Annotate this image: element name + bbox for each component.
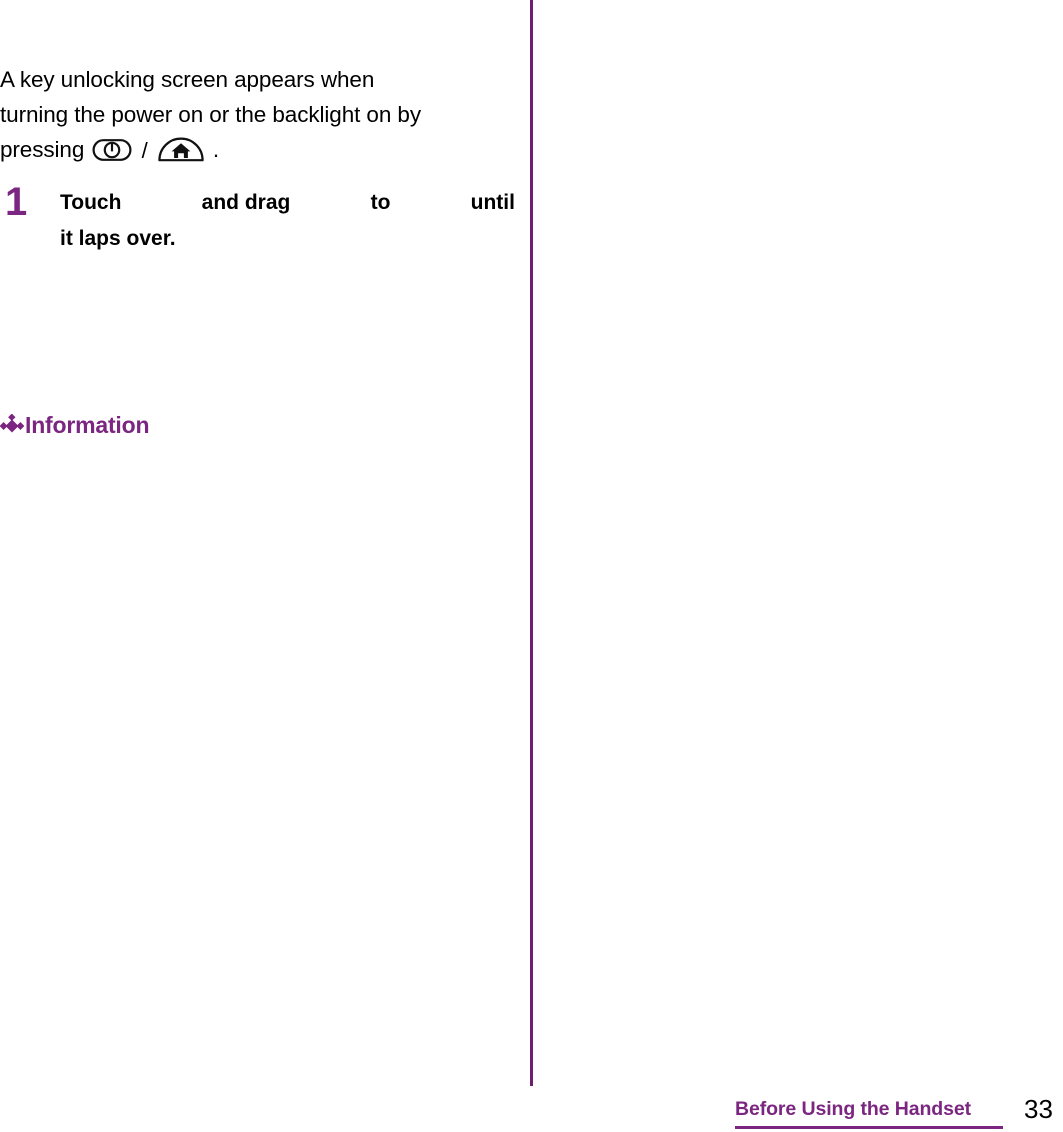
step-body: Touch and drag to until it laps over. (60, 185, 515, 257)
intro-line-3-prefix: pressing (0, 137, 85, 162)
step-word-touch: Touch (60, 191, 122, 214)
step-line-1: Touch and drag to until (60, 185, 515, 221)
footer-page-number: 33 (1024, 1094, 1053, 1124)
diamond-cluster-icon (0, 413, 25, 438)
step-line-2: it laps over. (60, 227, 176, 250)
footer-section-title: Before Using the Handset (735, 1098, 971, 1120)
intro-paragraph: A key unlocking screen appears when turn… (0, 62, 515, 173)
power-key-icon (92, 137, 132, 173)
left-column: A key unlocking screen appears when turn… (0, 0, 515, 1086)
intro-line-1: A key unlocking screen appears when (0, 67, 375, 92)
intro-line-2: turning the power on or the backlight on… (0, 102, 421, 127)
information-heading: Information (0, 412, 149, 439)
key-separator: / (141, 138, 148, 163)
step-word-until: until (470, 191, 515, 214)
home-key-icon (157, 135, 205, 173)
step-word-to: to (370, 191, 391, 214)
column-divider (530, 0, 533, 1086)
information-label: Information (25, 412, 150, 438)
manual-page: A key unlocking screen appears when turn… (0, 0, 1063, 1129)
step-word-and-drag: and drag (201, 191, 291, 214)
page-footer: Before Using the Handset 33 (0, 1092, 1063, 1132)
intro-line-3: pressing / . (0, 132, 515, 173)
step-number: 1 (5, 180, 28, 224)
intro-line-3-suffix: . (212, 137, 220, 162)
